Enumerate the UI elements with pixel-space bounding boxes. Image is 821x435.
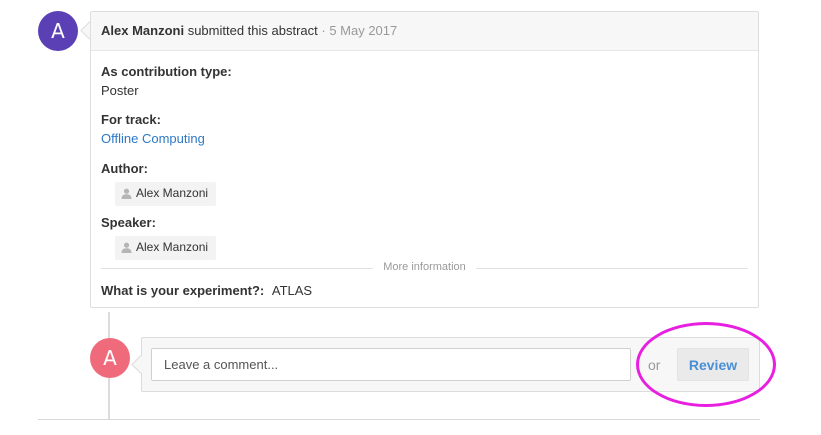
abstract-card: Alex Manzoni submitted this abstract · 5… [90, 11, 759, 308]
submitter-name: Alex Manzoni [101, 23, 185, 38]
person-icon [121, 188, 132, 202]
track-field: For track: Offline Computing [101, 112, 205, 146]
author-field: Author: Alex Manzoni [101, 161, 217, 206]
commenter-avatar: A [90, 338, 130, 378]
bottom-divider [38, 419, 760, 420]
author-label: Author: [101, 161, 148, 176]
track-label: For track: [101, 112, 161, 127]
track-link[interactable]: Offline Computing [101, 131, 205, 146]
author-name: Alex Manzoni [136, 186, 209, 200]
more-information-label: More information [373, 261, 476, 273]
submission-action: submitted this abstract [184, 23, 318, 38]
speaker-field: Speaker: Alex Manzoni [101, 215, 217, 260]
submitter-avatar: A [38, 11, 78, 51]
submission-date: 5 May 2017 [329, 23, 398, 38]
comment-input[interactable] [151, 348, 631, 381]
experiment-label: What is your experiment?: [101, 283, 265, 298]
contribution-type-field: As contribution type: Poster [101, 64, 232, 98]
speaker-chip: Alex Manzoni [115, 236, 217, 260]
author-chip: Alex Manzoni [115, 182, 217, 206]
separator-dot: · [317, 23, 330, 38]
speaker-name: Alex Manzoni [136, 240, 209, 254]
experiment-value: ATLAS [271, 283, 313, 298]
review-button[interactable]: Review [677, 348, 749, 381]
or-label: or [648, 357, 661, 373]
person-icon [121, 242, 132, 256]
contribution-type-value: Poster [101, 83, 139, 98]
speaker-label: Speaker: [101, 215, 156, 230]
experiment-field: What is your experiment?: ATLAS [101, 283, 312, 298]
card-header: Alex Manzoni submitted this abstract · 5… [91, 12, 758, 51]
more-information-divider: More information [101, 261, 748, 275]
contribution-type-label: As contribution type: [101, 64, 232, 79]
